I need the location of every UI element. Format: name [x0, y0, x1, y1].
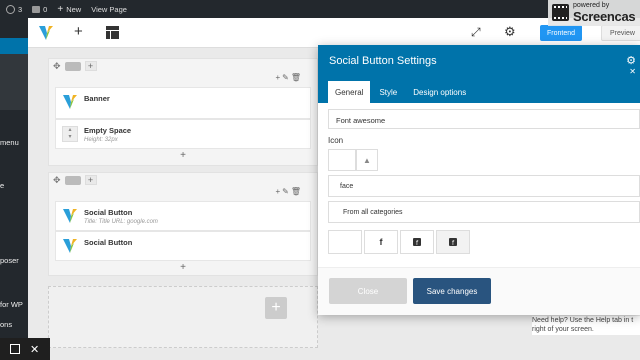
modal-header: Social Button Settings ⚙ ✕	[318, 45, 640, 77]
layout-icon[interactable]	[64, 61, 81, 71]
sidebar-item-menu[interactable]: menu	[0, 138, 19, 147]
wp-admin-sidebar: menu e poser for WP ons	[0, 18, 28, 360]
save-changes-button[interactable]: Save changes	[413, 278, 491, 304]
add-element-icon[interactable]: +	[49, 149, 317, 163]
updates-item[interactable]: 3	[6, 4, 23, 14]
tab-general[interactable]: General	[328, 81, 371, 103]
settings-modal: Social Button Settings ⚙ ✕ General Style…	[318, 45, 640, 315]
facebook-icon[interactable]: f	[364, 230, 398, 254]
modal-tabs: General Style Design options	[318, 77, 640, 103]
column-tools: + ✎ 🗑	[275, 73, 301, 82]
add-column-icon[interactable]: +	[84, 175, 97, 185]
empty-space-icon: ▴ ▾	[62, 126, 78, 142]
close-icon[interactable]: ✕	[629, 67, 636, 76]
add-row-button[interactable]: +	[265, 297, 287, 319]
sidebar-active-item[interactable]	[0, 38, 28, 54]
builder-element-icon	[63, 95, 77, 109]
fullscreen-icon[interactable]: ⤢	[471, 26, 481, 38]
help-text: Need help? Use the Help tab in t right o…	[532, 316, 640, 335]
recorder-controls: ✕	[0, 338, 50, 360]
new-label: New	[66, 4, 82, 14]
move-icon[interactable]: ✥	[53, 175, 61, 186]
icon-picker: ▲	[328, 149, 640, 171]
film-icon	[552, 4, 569, 21]
builder-element-icon	[63, 209, 77, 223]
close-icon[interactable]: ✕	[30, 343, 39, 356]
updates-count: 3	[18, 4, 23, 14]
view-page-label: View Page	[91, 4, 127, 14]
element-title: Empty Space	[84, 126, 132, 135]
maximize-icon[interactable]	[10, 344, 20, 354]
add-icon[interactable]: +	[275, 73, 280, 82]
row-1: ✥ + + ✎ 🗑 Banner ▴ ▾ Empty Space Height: …	[48, 58, 318, 166]
modal-body: Font awesome Icon ▲ face From all catego…	[318, 103, 640, 312]
sidebar-item-addons[interactable]: ons	[0, 320, 12, 329]
preview-button[interactable]: Preview	[601, 25, 640, 41]
selected-icon-preview[interactable]	[328, 149, 356, 171]
element-banner[interactable]: Banner	[55, 87, 311, 119]
updates-icon	[6, 4, 15, 14]
arrow-up-icon[interactable]: ▲	[356, 149, 378, 171]
element-social-button[interactable]: Social Button Title: Title URL: google.c…	[55, 201, 311, 231]
edit-icon[interactable]: ✎	[282, 187, 289, 196]
facebook-official-icon[interactable]: f	[436, 230, 470, 254]
watermark-brand: Screencas	[573, 9, 636, 24]
add-element-icon[interactable]: +	[49, 261, 317, 275]
icon-category-select[interactable]: From all categories	[328, 201, 640, 223]
facebook-square-icon[interactable]: f	[400, 230, 434, 254]
watermark-powered: powered by	[573, 2, 610, 9]
trash-icon[interactable]: 🗑	[291, 187, 301, 196]
element-subtitle: Height: 32px	[84, 137, 118, 143]
sidebar-item-composer[interactable]: poser	[0, 256, 19, 265]
builder-logo-icon[interactable]	[38, 25, 54, 41]
admin-bar: 3 0 + New View Page	[0, 0, 640, 18]
font-library-select[interactable]: Font awesome	[328, 109, 640, 129]
gear-icon[interactable]: ⚙	[504, 25, 516, 38]
element-title: Social Button	[84, 208, 133, 217]
trash-icon[interactable]: 🗑	[291, 73, 301, 82]
icon-empty-cell[interactable]	[328, 230, 362, 254]
comments-item[interactable]: 0	[32, 5, 47, 14]
comments-count: 0	[43, 4, 48, 14]
screencast-watermark: powered by Screencas	[548, 0, 640, 26]
edit-icon[interactable]: ✎	[282, 73, 289, 82]
icon-search-input[interactable]: face	[328, 175, 640, 197]
add-element-icon[interactable]: +	[74, 24, 83, 39]
add-column-icon[interactable]: +	[84, 61, 97, 71]
column-tools: + ✎ 🗑	[275, 187, 301, 196]
tab-design-options[interactable]: Design options	[406, 81, 473, 103]
add-icon[interactable]: +	[275, 187, 280, 196]
modal-title: Social Button Settings	[329, 55, 437, 67]
templates-icon[interactable]	[106, 26, 119, 39]
move-icon[interactable]: ✥	[53, 61, 61, 72]
row-2-header: ✥ +	[49, 173, 317, 187]
sidebar-submenu	[0, 54, 28, 110]
plus-icon: +	[57, 3, 64, 15]
view-page-link[interactable]: View Page	[91, 5, 127, 14]
element-title: Social Button	[84, 238, 133, 247]
tab-style[interactable]: Style	[372, 81, 404, 103]
element-empty-space[interactable]: ▴ ▾ Empty Space Height: 32px	[55, 119, 311, 149]
builder-element-icon	[63, 239, 77, 253]
frontend-button[interactable]: Frontend	[540, 25, 583, 41]
layout-icon[interactable]	[64, 175, 81, 185]
element-subtitle: Title: Title URL: google.com	[84, 219, 158, 225]
gear-icon[interactable]: ⚙	[626, 54, 636, 67]
element-social-button[interactable]: Social Button	[55, 231, 311, 261]
icon-grid: f f f	[328, 230, 640, 254]
row-2: ✥ + + ✎ 🗑 Social Button Title: Title URL…	[48, 172, 318, 276]
element-title: Banner	[84, 94, 110, 103]
icon-label: Icon	[328, 136, 344, 145]
sidebar-item-for-wp[interactable]: for WP	[0, 300, 23, 309]
close-button[interactable]: Close	[329, 278, 407, 304]
new-item[interactable]: + New	[57, 4, 81, 15]
modal-footer: Close Save changes	[318, 267, 640, 315]
comment-icon	[32, 5, 41, 13]
row-1-header: ✥ +	[49, 59, 317, 73]
sidebar-item-e[interactable]: e	[0, 181, 4, 190]
